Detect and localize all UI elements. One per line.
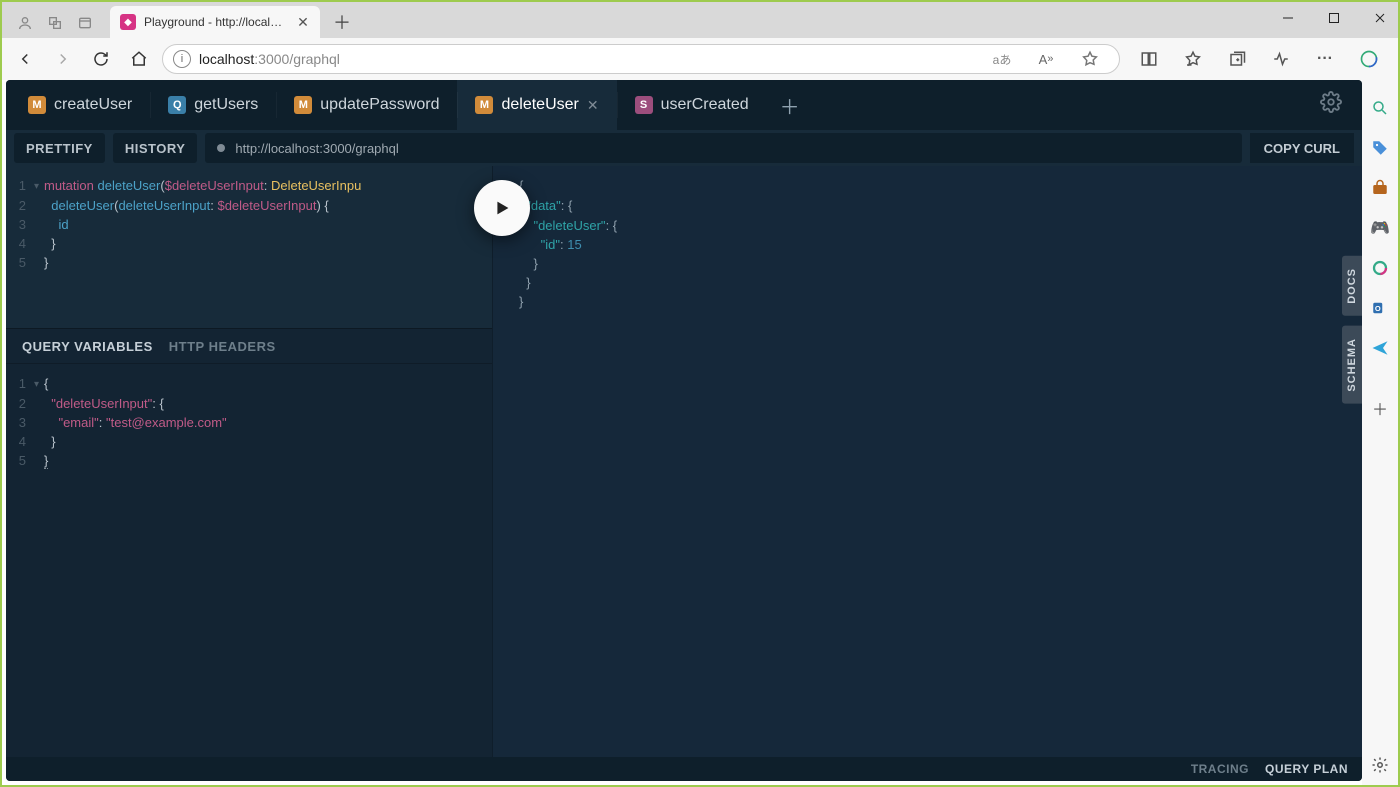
outlook-icon[interactable]: O [1370, 298, 1390, 318]
edge-sidebar: 🎮 O ＋ [1362, 80, 1398, 785]
window-controls [1274, 6, 1394, 30]
playground-tab-label: createUser [54, 96, 132, 114]
close-tab-icon[interactable]: ✕ [587, 97, 599, 114]
operation-badge-icon: M [294, 96, 312, 114]
menu-icon[interactable]: ··· [1310, 44, 1340, 74]
send-icon[interactable] [1370, 338, 1390, 358]
playground-new-tab-button[interactable]: ＋ [767, 91, 813, 120]
tab-actions-icon[interactable] [76, 14, 94, 32]
tools-icon[interactable] [1370, 178, 1390, 198]
browser-toolbar: i localhost:3000/graphql aあ A» ··· [2, 38, 1398, 80]
add-sidebar-icon[interactable]: ＋ [1370, 398, 1390, 418]
vars-header: QUERY VARIABLES HTTP HEADERS [6, 328, 492, 364]
query-plan-tab[interactable]: QUERY PLAN [1265, 762, 1348, 776]
browser-tab-active[interactable]: ◆ Playground - http://localhost:300 ✕ [110, 6, 320, 38]
schema-tab[interactable]: SCHEMA [1342, 326, 1362, 404]
endpoint-url: http://localhost:3000/graphql [235, 141, 398, 156]
split-screen-icon[interactable] [1134, 44, 1164, 74]
search-icon[interactable] [1370, 98, 1390, 118]
query-variables-tab[interactable]: QUERY VARIABLES [22, 339, 153, 354]
prettify-button[interactable]: PRETTIFY [14, 133, 105, 163]
operation-badge-icon: M [28, 96, 46, 114]
favicon-icon: ◆ [120, 14, 136, 30]
performance-icon[interactable] [1266, 44, 1296, 74]
shopping-tag-icon[interactable] [1370, 138, 1390, 158]
http-headers-tab[interactable]: HTTP HEADERS [169, 339, 276, 354]
close-window-button[interactable] [1366, 6, 1394, 30]
forward-button [48, 44, 78, 74]
copy-curl-button[interactable]: COPY CURL [1250, 133, 1354, 163]
maximize-button[interactable] [1320, 6, 1348, 30]
playground-tab-label: deleteUser [501, 96, 578, 114]
variables-editor[interactable]: 1▾{ 2 "deleteUserInput": { 3 "email": "t… [6, 364, 492, 757]
new-tab-button[interactable]: ＋ [328, 8, 356, 36]
address-bar[interactable]: i localhost:3000/graphql aあ A» [162, 44, 1120, 74]
tracing-tab[interactable]: TRACING [1191, 762, 1249, 776]
playground-tab-label: getUsers [194, 96, 258, 114]
operation-badge-icon: Q [168, 96, 186, 114]
query-editor[interactable]: 1▾mutation deleteUser($deleteUserInput: … [6, 166, 492, 328]
workspaces-icon[interactable] [46, 14, 64, 32]
url-text: localhost:3000/graphql [199, 51, 340, 67]
profile-cluster [6, 14, 104, 38]
graphql-playground-app: McreateUserQgetUsersMupdatePasswordMdele… [6, 80, 1362, 781]
operation-badge-icon: M [475, 96, 493, 114]
back-button[interactable] [10, 44, 40, 74]
playground-toolbar: PRETTIFY HISTORY http://localhost:3000/g… [6, 130, 1362, 166]
endpoint-status-icon [217, 144, 225, 152]
games-icon[interactable]: 🎮 [1370, 218, 1390, 238]
right-side-tabs: DOCS SCHEMA [1342, 256, 1362, 403]
translate-icon[interactable]: aあ [987, 44, 1017, 74]
svg-text:O: O [1375, 304, 1381, 313]
playground-tab-bar: McreateUserQgetUsersMupdatePasswordMdele… [6, 80, 1362, 130]
favorite-icon[interactable] [1075, 44, 1105, 74]
playground-footer: TRACING QUERY PLAN [6, 757, 1362, 781]
plus-icon: ＋ [780, 91, 800, 120]
playground-tab-deleteUser[interactable]: MdeleteUser ✕ [457, 80, 616, 130]
playground-settings-icon[interactable] [1304, 91, 1358, 119]
minimize-button[interactable] [1274, 6, 1302, 30]
history-button[interactable]: HISTORY [113, 133, 198, 163]
playground-tab-label: updatePassword [320, 96, 439, 114]
tab-close-icon[interactable]: ✕ [296, 14, 310, 31]
playground-tab-userCreated[interactable]: SuserCreated [617, 80, 767, 130]
office-icon[interactable] [1370, 258, 1390, 278]
docs-tab[interactable]: DOCS [1342, 256, 1362, 316]
playground-tab-createUser[interactable]: McreateUser [10, 80, 150, 130]
execute-button[interactable] [474, 180, 530, 236]
read-aloud-icon[interactable]: A» [1031, 44, 1061, 74]
browser-titlebar: ◆ Playground - http://localhost:300 ✕ ＋ [2, 2, 1398, 38]
playground-tab-label: userCreated [661, 96, 749, 114]
favorites-list-icon[interactable] [1178, 44, 1208, 74]
home-button[interactable] [124, 44, 154, 74]
settings-gear-icon[interactable] [1370, 755, 1390, 775]
site-info-icon[interactable]: i [173, 50, 191, 68]
playground-tab-getUsers[interactable]: QgetUsers [150, 80, 276, 130]
endpoint-input[interactable]: http://localhost:3000/graphql [205, 133, 1241, 163]
playground-tab-updatePassword[interactable]: MupdatePassword [276, 80, 457, 130]
browser-tab-title: Playground - http://localhost:300 [144, 15, 288, 29]
response-pane[interactable]: ▾{ ▾ "data": { "deleteUser": { "id": 15 … [492, 166, 1362, 757]
collections-icon[interactable] [1222, 44, 1252, 74]
copilot-icon[interactable] [1354, 44, 1384, 74]
profile-icon[interactable] [16, 14, 34, 32]
refresh-button[interactable] [86, 44, 116, 74]
operation-badge-icon: S [635, 96, 653, 114]
